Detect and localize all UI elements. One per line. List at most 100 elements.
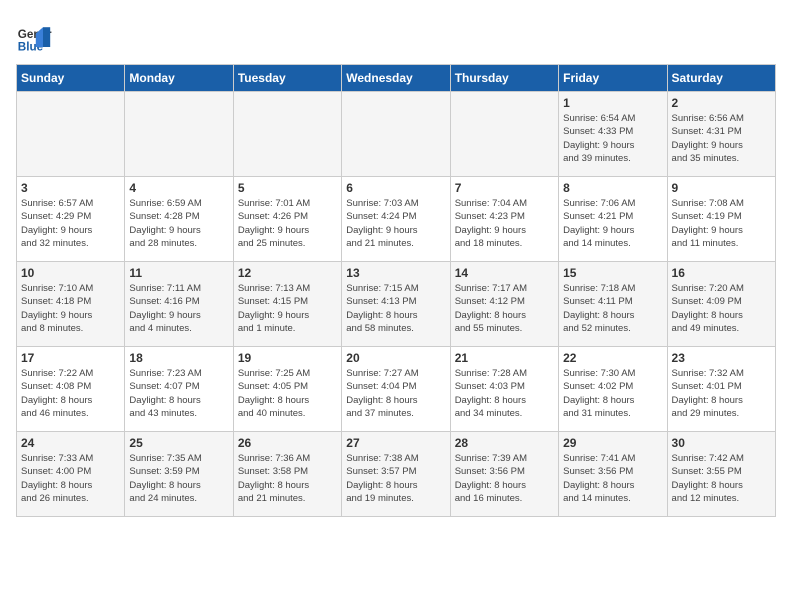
calendar-cell: 7Sunrise: 7:04 AM Sunset: 4:23 PM Daylig… bbox=[450, 177, 558, 262]
day-number: 9 bbox=[672, 181, 771, 195]
calendar-cell: 27Sunrise: 7:38 AM Sunset: 3:57 PM Dayli… bbox=[342, 432, 450, 517]
calendar-cell: 11 Sunrise: 7:11 AM Sunset: 4:16 PM Dayli… bbox=[125, 262, 233, 347]
calendar-cell: 9 Sunrise: 7:08 AM Sunset: 4:19 PM Daylig… bbox=[667, 177, 775, 262]
calendar-cell bbox=[233, 92, 341, 177]
calendar-cell: 25Sunrise: 7:35 AM Sunset: 3:59 PM Dayli… bbox=[125, 432, 233, 517]
day-info: Sunrise: 6:56 AM Sunset: 4:31 PM Dayligh… bbox=[672, 112, 771, 165]
calendar-cell: 22 Sunrise: 7:30 AM Sunset: 4:02 PM Dayli… bbox=[559, 347, 667, 432]
day-number: 1 bbox=[563, 96, 662, 110]
day-number: 16 bbox=[672, 266, 771, 280]
week-row-4: 17 Sunrise: 7:22 AM Sunset: 4:08 PM Dayli… bbox=[17, 347, 776, 432]
calendar-cell bbox=[125, 92, 233, 177]
day-info: Sunrise: 7:41 AM Sunset: 3:56 PM Dayligh… bbox=[563, 452, 662, 505]
day-number: 8 bbox=[563, 181, 662, 195]
day-number: 13 bbox=[346, 266, 445, 280]
day-number: 20 bbox=[346, 351, 445, 365]
calendar-cell: 3Sunrise: 6:57 AM Sunset: 4:29 PM Daylig… bbox=[17, 177, 125, 262]
day-number: 5 bbox=[238, 181, 337, 195]
day-number: 18 bbox=[129, 351, 228, 365]
calendar-cell: 14 Sunrise: 7:17 AM Sunset: 4:12 PM Dayli… bbox=[450, 262, 558, 347]
day-info: Sunrise: 7:30 AM Sunset: 4:02 PM Dayligh… bbox=[563, 367, 662, 420]
calendar-cell: 24 Sunrise: 7:33 AM Sunset: 4:00 PM Dayli… bbox=[17, 432, 125, 517]
day-number: 12 bbox=[238, 266, 337, 280]
calendar-cell: 13 Sunrise: 7:15 AM Sunset: 4:13 PM Dayli… bbox=[342, 262, 450, 347]
calendar-cell: 5 Sunrise: 7:01 AM Sunset: 4:26 PM Daylig… bbox=[233, 177, 341, 262]
week-row-2: 3Sunrise: 6:57 AM Sunset: 4:29 PM Daylig… bbox=[17, 177, 776, 262]
calendar-cell: 21 Sunrise: 7:28 AM Sunset: 4:03 PM Dayli… bbox=[450, 347, 558, 432]
calendar-cell: 18Sunrise: 7:23 AM Sunset: 4:07 PM Dayli… bbox=[125, 347, 233, 432]
day-info: Sunrise: 7:17 AM Sunset: 4:12 PM Dayligh… bbox=[455, 282, 554, 335]
day-info: Sunrise: 7:13 AM Sunset: 4:15 PM Dayligh… bbox=[238, 282, 337, 335]
calendar-cell: 16 Sunrise: 7:20 AM Sunset: 4:09 PM Dayli… bbox=[667, 262, 775, 347]
calendar-cell: 23 Sunrise: 7:32 AM Sunset: 4:01 PM Dayli… bbox=[667, 347, 775, 432]
calendar-header-row: SundayMondayTuesdayWednesdayThursdayFrid… bbox=[17, 65, 776, 92]
day-info: Sunrise: 7:08 AM Sunset: 4:19 PM Dayligh… bbox=[672, 197, 771, 250]
calendar-table: SundayMondayTuesdayWednesdayThursdayFrid… bbox=[16, 64, 776, 517]
logo-icon: General Blue bbox=[16, 20, 52, 56]
week-row-1: 1 Sunrise: 6:54 AM Sunset: 4:33 PM Daylig… bbox=[17, 92, 776, 177]
day-info: Sunrise: 7:28 AM Sunset: 4:03 PM Dayligh… bbox=[455, 367, 554, 420]
day-header-tuesday: Tuesday bbox=[233, 65, 341, 92]
calendar-cell: 2Sunrise: 6:56 AM Sunset: 4:31 PM Daylig… bbox=[667, 92, 775, 177]
calendar-cell: 17 Sunrise: 7:22 AM Sunset: 4:08 PM Dayli… bbox=[17, 347, 125, 432]
day-info: Sunrise: 7:27 AM Sunset: 4:04 PM Dayligh… bbox=[346, 367, 445, 420]
day-info: Sunrise: 7:35 AM Sunset: 3:59 PM Dayligh… bbox=[129, 452, 228, 505]
day-header-saturday: Saturday bbox=[667, 65, 775, 92]
day-info: Sunrise: 7:01 AM Sunset: 4:26 PM Dayligh… bbox=[238, 197, 337, 250]
day-number: 11 bbox=[129, 266, 228, 280]
calendar-cell: 1 Sunrise: 6:54 AM Sunset: 4:33 PM Daylig… bbox=[559, 92, 667, 177]
day-info: Sunrise: 7:39 AM Sunset: 3:56 PM Dayligh… bbox=[455, 452, 554, 505]
day-number: 19 bbox=[238, 351, 337, 365]
week-row-5: 24 Sunrise: 7:33 AM Sunset: 4:00 PM Dayli… bbox=[17, 432, 776, 517]
day-info: Sunrise: 7:33 AM Sunset: 4:00 PM Dayligh… bbox=[21, 452, 120, 505]
day-number: 30 bbox=[672, 436, 771, 450]
calendar-cell: 19Sunrise: 7:25 AM Sunset: 4:05 PM Dayli… bbox=[233, 347, 341, 432]
day-info: Sunrise: 7:06 AM Sunset: 4:21 PM Dayligh… bbox=[563, 197, 662, 250]
day-number: 22 bbox=[563, 351, 662, 365]
day-number: 15 bbox=[563, 266, 662, 280]
calendar-cell: 15 Sunrise: 7:18 AM Sunset: 4:11 PM Dayli… bbox=[559, 262, 667, 347]
calendar-cell: 12 Sunrise: 7:13 AM Sunset: 4:15 PM Dayli… bbox=[233, 262, 341, 347]
day-header-friday: Friday bbox=[559, 65, 667, 92]
day-info: Sunrise: 7:32 AM Sunset: 4:01 PM Dayligh… bbox=[672, 367, 771, 420]
day-number: 23 bbox=[672, 351, 771, 365]
day-info: Sunrise: 7:18 AM Sunset: 4:11 PM Dayligh… bbox=[563, 282, 662, 335]
day-info: Sunrise: 7:11 AM Sunset: 4:16 PM Dayligh… bbox=[129, 282, 228, 335]
day-info: Sunrise: 6:54 AM Sunset: 4:33 PM Dayligh… bbox=[563, 112, 662, 165]
day-info: Sunrise: 7:15 AM Sunset: 4:13 PM Dayligh… bbox=[346, 282, 445, 335]
calendar-cell: 28 Sunrise: 7:39 AM Sunset: 3:56 PM Dayli… bbox=[450, 432, 558, 517]
calendar-cell: 6 Sunrise: 7:03 AM Sunset: 4:24 PM Daylig… bbox=[342, 177, 450, 262]
day-info: Sunrise: 7:22 AM Sunset: 4:08 PM Dayligh… bbox=[21, 367, 120, 420]
day-info: Sunrise: 6:59 AM Sunset: 4:28 PM Dayligh… bbox=[129, 197, 228, 250]
day-header-sunday: Sunday bbox=[17, 65, 125, 92]
day-number: 17 bbox=[21, 351, 120, 365]
week-row-3: 10 Sunrise: 7:10 AM Sunset: 4:18 PM Dayli… bbox=[17, 262, 776, 347]
calendar-cell: 30 Sunrise: 7:42 AM Sunset: 3:55 PM Dayli… bbox=[667, 432, 775, 517]
day-number: 6 bbox=[346, 181, 445, 195]
day-number: 3 bbox=[21, 181, 120, 195]
calendar-cell: 29 Sunrise: 7:41 AM Sunset: 3:56 PM Dayli… bbox=[559, 432, 667, 517]
day-number: 29 bbox=[563, 436, 662, 450]
day-number: 24 bbox=[21, 436, 120, 450]
day-number: 28 bbox=[455, 436, 554, 450]
calendar-cell: 4Sunrise: 6:59 AM Sunset: 4:28 PM Daylig… bbox=[125, 177, 233, 262]
day-info: Sunrise: 7:42 AM Sunset: 3:55 PM Dayligh… bbox=[672, 452, 771, 505]
calendar-cell bbox=[342, 92, 450, 177]
calendar-cell: 26Sunrise: 7:36 AM Sunset: 3:58 PM Dayli… bbox=[233, 432, 341, 517]
calendar-cell: 20 Sunrise: 7:27 AM Sunset: 4:04 PM Dayli… bbox=[342, 347, 450, 432]
calendar-cell: 8 Sunrise: 7:06 AM Sunset: 4:21 PM Daylig… bbox=[559, 177, 667, 262]
day-info: Sunrise: 7:03 AM Sunset: 4:24 PM Dayligh… bbox=[346, 197, 445, 250]
day-number: 14 bbox=[455, 266, 554, 280]
page-header: General Blue bbox=[16, 16, 776, 56]
day-info: Sunrise: 7:38 AM Sunset: 3:57 PM Dayligh… bbox=[346, 452, 445, 505]
day-number: 10 bbox=[21, 266, 120, 280]
day-info: Sunrise: 7:10 AM Sunset: 4:18 PM Dayligh… bbox=[21, 282, 120, 335]
day-info: Sunrise: 7:04 AM Sunset: 4:23 PM Dayligh… bbox=[455, 197, 554, 250]
calendar-cell bbox=[450, 92, 558, 177]
day-header-thursday: Thursday bbox=[450, 65, 558, 92]
day-number: 21 bbox=[455, 351, 554, 365]
day-header-monday: Monday bbox=[125, 65, 233, 92]
day-header-wednesday: Wednesday bbox=[342, 65, 450, 92]
calendar-cell: 10 Sunrise: 7:10 AM Sunset: 4:18 PM Dayli… bbox=[17, 262, 125, 347]
day-info: Sunrise: 7:20 AM Sunset: 4:09 PM Dayligh… bbox=[672, 282, 771, 335]
